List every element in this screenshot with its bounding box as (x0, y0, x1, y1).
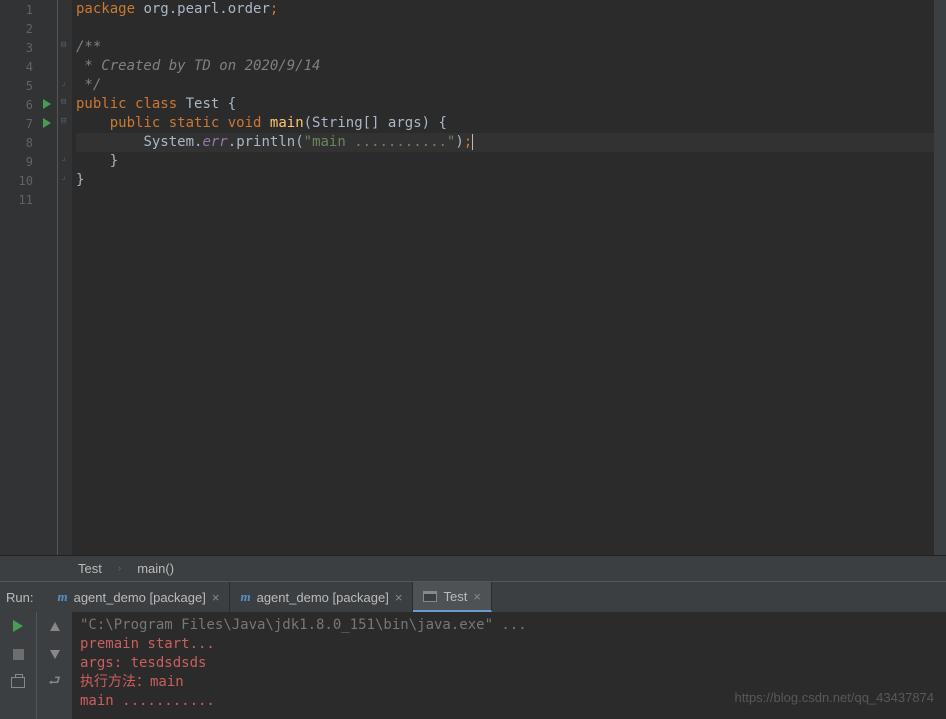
line-number[interactable]: 9 (0, 152, 57, 171)
line-number[interactable]: 6 (0, 95, 57, 114)
run-toolbar-nav: ⮐ (36, 612, 72, 719)
run-label: Run: (0, 590, 47, 605)
maven-icon: m (57, 589, 67, 605)
rerun-button[interactable] (10, 618, 26, 634)
breadcrumb-method[interactable]: main() (137, 561, 174, 576)
line-number[interactable]: 10 (0, 171, 57, 190)
line-number[interactable]: 5 (0, 76, 57, 95)
close-icon[interactable]: × (473, 589, 481, 604)
fold-end-icon[interactable]: ⌟ (61, 153, 66, 163)
console-line: "C:\Program Files\Java\jdk1.8.0_151\bin\… (80, 616, 938, 635)
breadcrumb-class[interactable]: Test (78, 561, 102, 576)
close-icon[interactable]: × (395, 590, 403, 605)
run-tab-agent-demo-1[interactable]: m agent_demo [package] × (47, 582, 230, 612)
vertical-scrollbar[interactable] (934, 0, 946, 555)
run-tab-agent-demo-2[interactable]: m agent_demo [package] × (230, 582, 413, 612)
run-tabs: Run: m agent_demo [package] × m agent_de… (0, 582, 946, 612)
soft-wrap-button[interactable]: ⮐ (47, 674, 63, 690)
gutter: 1 2 3 4 5 6 7 8 9 10 11 (0, 0, 58, 555)
fold-start-icon[interactable]: ⊟ (61, 116, 66, 126)
fold-start-icon[interactable]: ⊟ (61, 97, 66, 107)
run-gutter-icon[interactable] (43, 118, 51, 128)
stop-button[interactable] (10, 646, 26, 662)
fold-end-icon[interactable]: ⌟ (61, 78, 66, 88)
dump-threads-button[interactable] (10, 674, 26, 690)
fold-column: ⊟ ⌟ ⊟ ⊟ ⌟ ⌟ (58, 0, 72, 555)
line-number[interactable]: 11 (0, 190, 57, 209)
console-line: premain start... (80, 635, 938, 654)
maven-icon: m (240, 589, 250, 605)
up-button[interactable] (47, 618, 63, 634)
close-icon[interactable]: × (212, 590, 220, 605)
breadcrumb: Test › main() (0, 555, 946, 581)
run-gutter-icon[interactable] (43, 99, 51, 109)
chevron-right-icon: › (118, 563, 121, 574)
fold-start-icon[interactable]: ⊟ (61, 40, 66, 50)
line-number[interactable]: 7 (0, 114, 57, 133)
run-tab-test[interactable]: Test × (413, 582, 491, 612)
editor-area: 1 2 3 4 5 6 7 8 9 10 11 ⊟ ⌟ ⊟ ⊟ ⌟ ⌟ pack… (0, 0, 946, 555)
run-toolbar-left (0, 612, 36, 719)
line-number[interactable]: 3 (0, 38, 57, 57)
down-button[interactable] (47, 646, 63, 662)
application-icon (423, 591, 437, 602)
watermark: https://blog.csdn.net/qq_43437874 (735, 690, 935, 705)
line-number[interactable]: 4 (0, 57, 57, 76)
code-area[interactable]: package org.pearl.order; /** * Created b… (72, 0, 946, 555)
fold-end-icon[interactable]: ⌟ (61, 172, 66, 182)
line-number[interactable]: 1 (0, 0, 57, 19)
line-number[interactable]: 8 (0, 133, 57, 152)
console-line: args: tesdsdsds (80, 654, 938, 673)
text-cursor (472, 134, 473, 150)
line-number[interactable]: 2 (0, 19, 57, 38)
